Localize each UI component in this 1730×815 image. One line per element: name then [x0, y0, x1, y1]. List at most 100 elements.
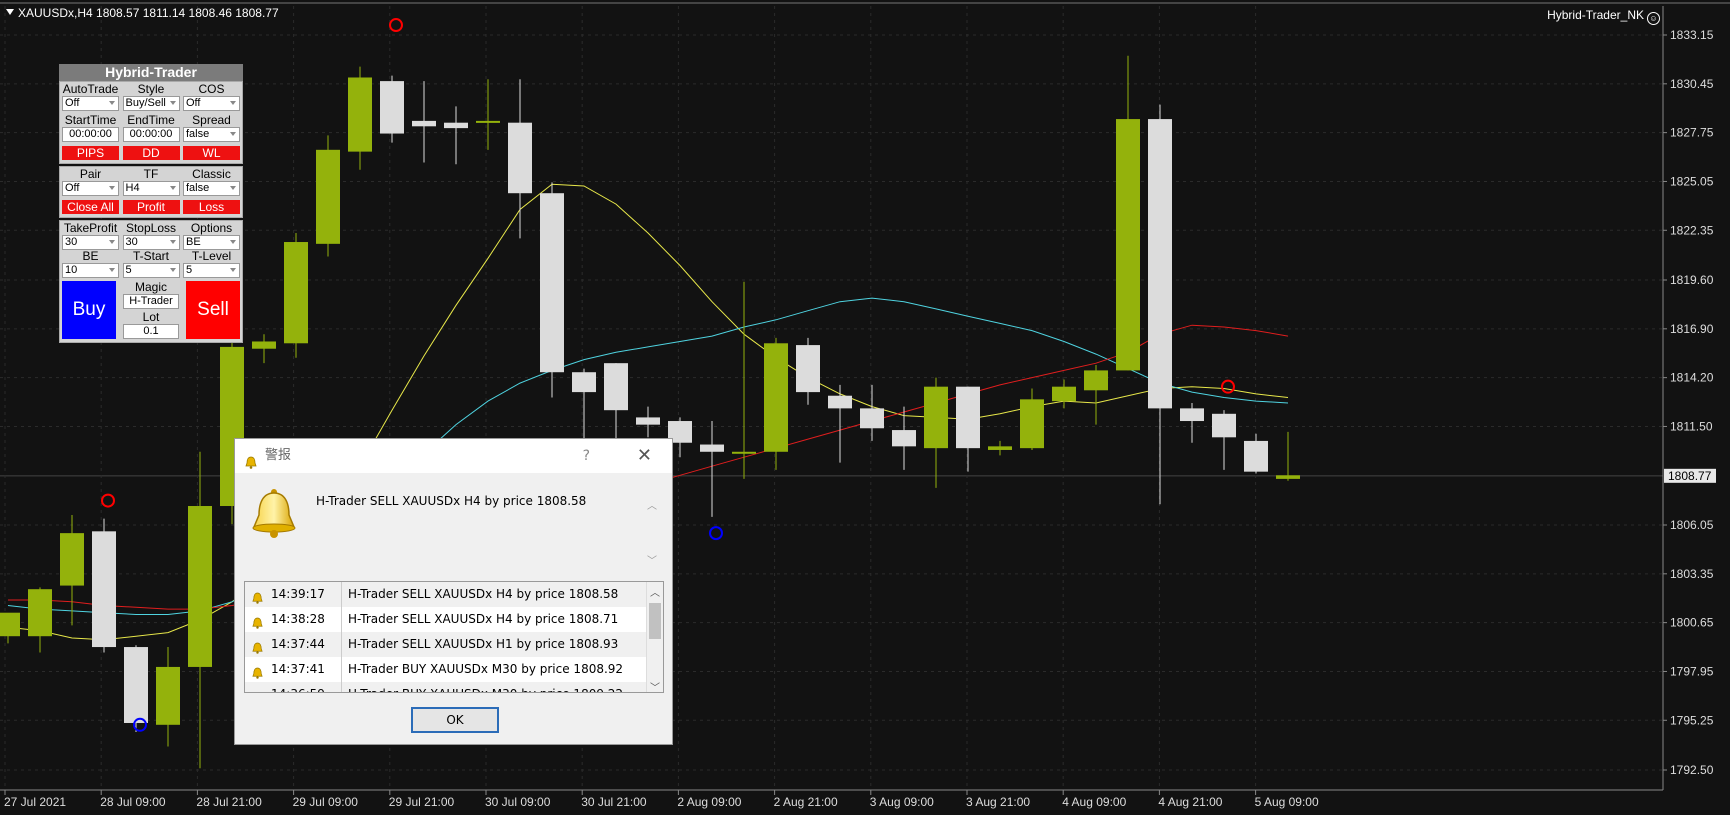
- profit-button[interactable]: Profit: [122, 200, 180, 214]
- dd-button[interactable]: DD: [122, 146, 180, 160]
- candle-body: [156, 666, 180, 725]
- sell-button[interactable]: Sell: [186, 281, 240, 339]
- dialog-titlebar: 警报 ? ✕: [235, 439, 672, 473]
- candle-body: [636, 417, 660, 425]
- buy-button[interactable]: Buy: [62, 281, 116, 339]
- list-item[interactable]: 14:39:17 H-Trader SELL XAUUSDx H4 by pric…: [245, 582, 663, 607]
- x-tick-label: 3 Aug 21:00: [966, 795, 1030, 809]
- candle-body: [188, 506, 212, 667]
- x-tick-label: 29 Jul 21:00: [389, 795, 455, 809]
- tstart-select[interactable]: 5: [122, 263, 180, 278]
- tf-label: TF: [143, 168, 159, 181]
- list-item[interactable]: 14:38:28 H-Trader SELL XAUUSDx H4 by pric…: [245, 607, 663, 632]
- candle-body: [0, 612, 20, 637]
- candle-body: [476, 120, 500, 123]
- candle-body: [124, 647, 148, 723]
- pair-label: Pair: [79, 168, 102, 181]
- alert-dialog: 警报 ? ✕ H-Trader SELL XAUUSDx H4 by price…: [234, 438, 673, 745]
- help-icon[interactable]: ?: [583, 439, 590, 473]
- message-scrollbar[interactable]: ︿ ﹀: [645, 485, 659, 567]
- candle-body: [316, 149, 340, 244]
- stoploss-select[interactable]: 30: [122, 235, 180, 250]
- be-select[interactable]: 10: [62, 263, 119, 278]
- cos-select[interactable]: Off: [183, 96, 240, 111]
- y-tick-label: 1814.20: [1670, 371, 1714, 385]
- candle-body: [540, 193, 564, 373]
- loss-button[interactable]: Loss: [183, 200, 240, 214]
- y-tick-label: 1822.35: [1670, 223, 1714, 237]
- candle-body: [988, 446, 1012, 450]
- ok-button[interactable]: OK: [411, 707, 499, 733]
- tstart-label: T-Start: [132, 250, 169, 263]
- takeprofit-select[interactable]: 30: [62, 235, 119, 250]
- candle-body: [892, 430, 916, 447]
- tf-select[interactable]: H4: [122, 181, 180, 196]
- dialog-title: 警报: [265, 448, 292, 463]
- options-select[interactable]: BE: [183, 235, 240, 250]
- candle-body: [92, 531, 116, 648]
- candle-body: [956, 386, 980, 449]
- y-tick-label: 1803.35: [1670, 567, 1714, 581]
- x-tick-label: 2 Aug 21:00: [774, 795, 838, 809]
- bell-icon: [245, 449, 257, 469]
- candle-body: [764, 343, 788, 452]
- wl-button[interactable]: WL: [183, 146, 240, 160]
- candle-body: [284, 242, 308, 344]
- candle-body: [60, 533, 84, 586]
- endtime-input[interactable]: 00:00:00: [122, 127, 180, 142]
- candle-body: [412, 120, 436, 127]
- alert-history-list[interactable]: 14:39:17 H-Trader SELL XAUUSDx H4 by pric…: [244, 581, 664, 693]
- stoploss-label: StopLoss: [125, 222, 177, 235]
- list-item[interactable]: 14:37:41 H-Trader BUY XAUUSDx M30 by pric…: [245, 657, 663, 682]
- takeprofit-label: TakeProfit: [63, 222, 118, 235]
- starttime-input[interactable]: 00:00:00: [62, 127, 119, 142]
- alert-time: 14:39:17: [271, 582, 342, 607]
- candle-body: [1148, 119, 1172, 409]
- collapse-triangle-icon[interactable]: [6, 9, 14, 15]
- x-tick-label: 30 Jul 21:00: [581, 795, 647, 809]
- list-item[interactable]: 14:37:44 H-Trader SELL XAUUSDx H1 by pric…: [245, 632, 663, 657]
- x-tick-label: 3 Aug 09:00: [870, 795, 934, 809]
- alert-text: H-Trader SELL XAUUSDx H4 by price 1808.7…: [348, 612, 619, 626]
- y-tick-label: 1797.95: [1670, 664, 1714, 678]
- spread-select[interactable]: false: [183, 127, 240, 142]
- pair-select[interactable]: Off: [62, 181, 119, 196]
- alert-text: H-Trader SELL XAUUSDx H4 by price 1808.5…: [348, 587, 619, 601]
- alert-text: H-Trader BUY XAUUSDx M30 by price 1808.9…: [348, 662, 624, 676]
- candle-body: [604, 363, 628, 411]
- candle-body: [1244, 440, 1268, 472]
- indicator-label[interactable]: Hybrid-Trader_NK ☺: [1547, 8, 1660, 25]
- bell-icon: [252, 588, 263, 604]
- candle-body: [1212, 413, 1236, 438]
- tlevel-label: T-Level: [191, 250, 232, 263]
- x-tick-label: 28 Jul 09:00: [100, 795, 166, 809]
- candle-body: [700, 444, 724, 452]
- candle-body: [1116, 119, 1140, 371]
- list-scrollbar[interactable]: ︿ ﹀: [646, 582, 663, 692]
- settings-box-1: AutoTrade Off Style Buy/Sell COS Off StartT…: [59, 81, 243, 164]
- alert-time: 14:37:44: [271, 632, 342, 657]
- close-all-button[interactable]: Close All: [62, 200, 119, 214]
- autotrade-select[interactable]: Off: [62, 96, 119, 111]
- close-icon[interactable]: ✕: [637, 439, 652, 473]
- pips-button[interactable]: PIPS: [62, 146, 119, 160]
- lot-label: Lot: [142, 311, 160, 324]
- x-tick-label: 4 Aug 21:00: [1158, 795, 1222, 809]
- lot-input[interactable]: 0.1: [123, 324, 179, 339]
- panel-title: Hybrid-Trader: [59, 64, 243, 81]
- classic-label: Classic: [192, 168, 231, 181]
- y-tick-label: 1819.60: [1670, 273, 1714, 287]
- candle-body: [444, 122, 468, 129]
- list-item[interactable]: 14:36:59H-Trader BUY XAUUSDx M30 by pric…: [245, 682, 663, 692]
- y-tick-label: 1825.05: [1670, 174, 1714, 188]
- candle-body: [572, 372, 596, 393]
- starttime-label: StartTime: [64, 114, 117, 127]
- x-tick-label: 5 Aug 09:00: [1255, 795, 1319, 809]
- spread-label: Spread: [192, 114, 231, 127]
- magic-input[interactable]: H-Trader: [123, 294, 179, 309]
- classic-select[interactable]: false: [183, 181, 240, 196]
- candle-body: [828, 395, 852, 409]
- hybrid-trader-panel: Hybrid-Trader AutoTrade Off Style Buy/Sell…: [59, 64, 243, 345]
- tlevel-select[interactable]: 5: [183, 263, 240, 278]
- style-select[interactable]: Buy/Sell: [122, 96, 180, 111]
